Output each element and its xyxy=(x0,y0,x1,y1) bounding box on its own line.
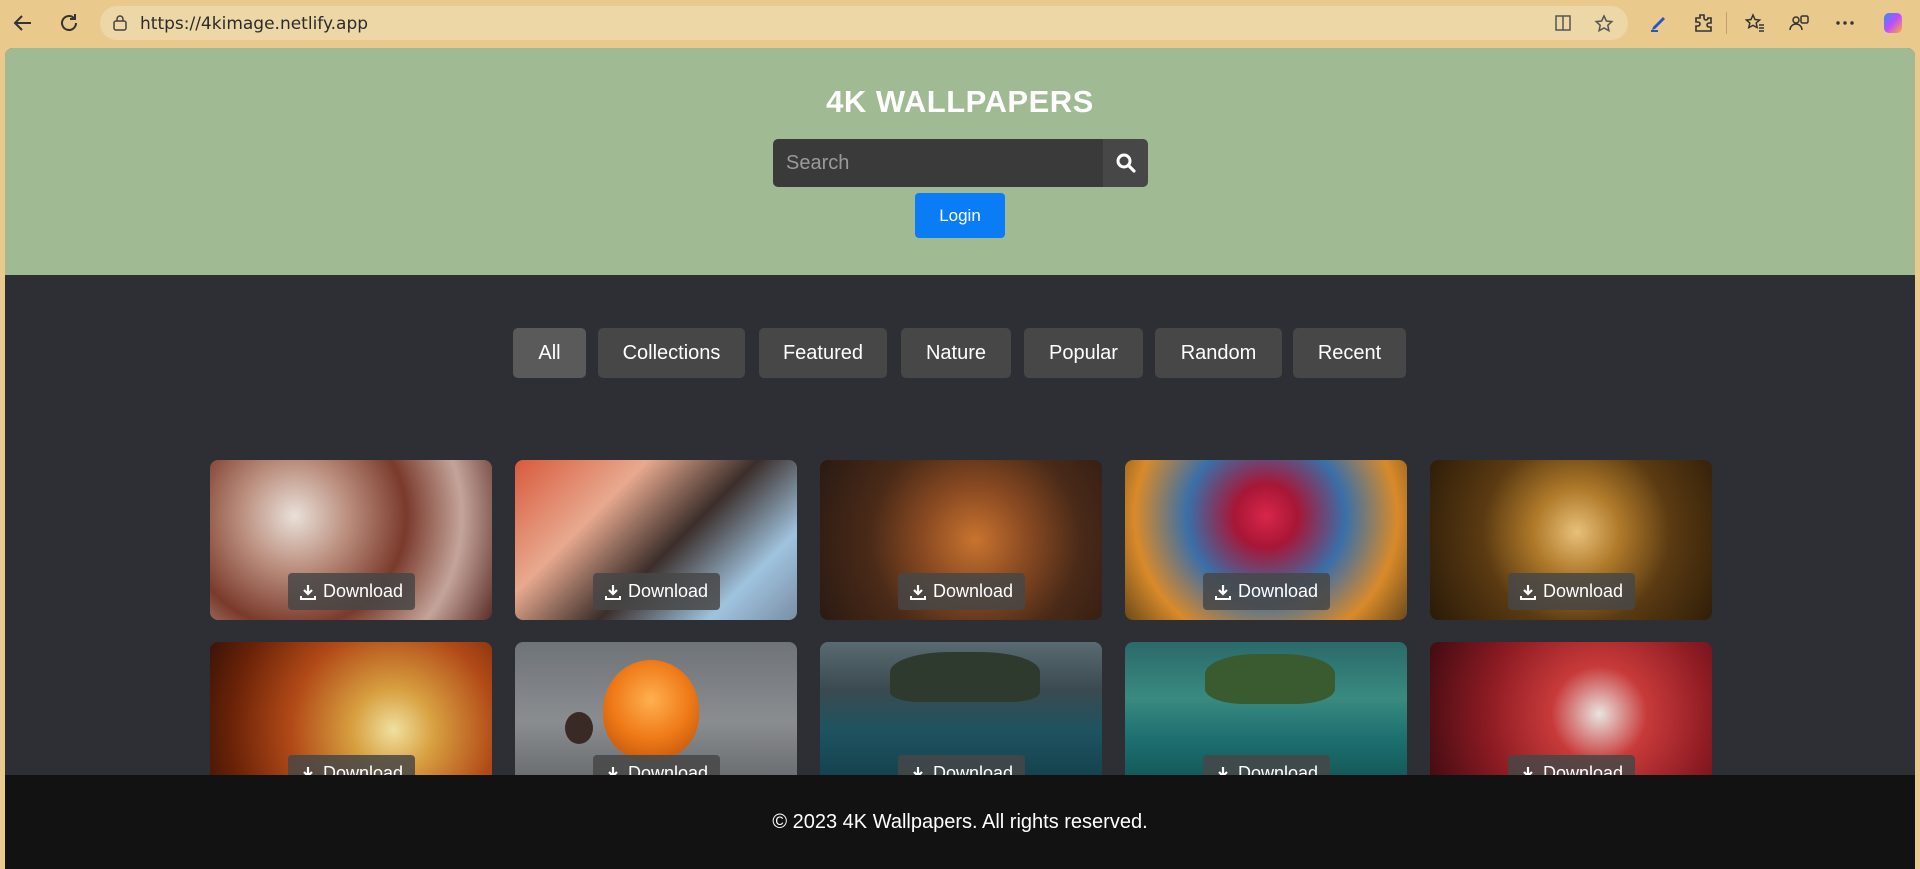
extensions-icon xyxy=(1695,14,1712,32)
toolbar-divider xyxy=(1726,12,1727,34)
category-tabs: All Collections Featured Nature Popular … xyxy=(5,328,1915,378)
download-button[interactable]: Download xyxy=(593,573,720,610)
download-icon xyxy=(604,584,621,600)
wallpaper-card-red-lotus[interactable]: Download xyxy=(1125,460,1407,620)
extensions-button[interactable] xyxy=(1688,8,1718,38)
tab-popular[interactable]: Popular xyxy=(1024,328,1143,378)
url-text: https://4kimage.netlify.app xyxy=(140,14,369,34)
download-label: Download xyxy=(322,581,404,601)
balloon-small-shape xyxy=(565,712,593,744)
profile-button[interactable] xyxy=(1784,8,1814,38)
more-icon xyxy=(1836,21,1854,25)
island-shape xyxy=(1205,654,1335,704)
wallpaper-card-durga-idol[interactable]: Download xyxy=(210,460,492,620)
site-title: 4K WALLPAPERS xyxy=(826,84,1094,119)
download-label: Download xyxy=(932,581,1014,601)
more-button[interactable] xyxy=(1830,8,1860,38)
address-bar[interactable]: https://4kimage.netlify.app xyxy=(100,6,1628,40)
download-icon xyxy=(299,584,316,600)
search-field[interactable] xyxy=(773,139,1103,187)
download-label: Download xyxy=(627,581,709,601)
wallpaper-card-squirrel[interactable]: Download xyxy=(820,460,1102,620)
pen-extension-button[interactable] xyxy=(1644,8,1674,38)
footer: © 2023 4K Wallpapers. All rights reserve… xyxy=(5,775,1915,869)
refresh-button[interactable] xyxy=(52,6,86,40)
tab-all[interactable]: All xyxy=(513,328,586,378)
copilot-icon xyxy=(1884,13,1902,33)
copilot-button[interactable] xyxy=(1878,8,1908,38)
download-button[interactable]: Download xyxy=(898,573,1025,610)
tab-featured[interactable]: Featured xyxy=(759,328,887,378)
favorites-icon xyxy=(1744,13,1764,32)
balloon-shape xyxy=(603,660,699,760)
webpage: 4K WALLPAPERS Login All Collections Feat… xyxy=(5,48,1915,869)
lock-icon xyxy=(113,15,127,31)
favorites-button[interactable] xyxy=(1740,8,1770,38)
back-icon xyxy=(13,15,31,31)
download-icon xyxy=(1519,584,1536,600)
favorite-star-icon[interactable] xyxy=(1594,14,1614,34)
download-icon xyxy=(1214,584,1231,600)
download-label: Download xyxy=(1542,581,1624,601)
download-button[interactable]: Download xyxy=(1203,573,1330,610)
header-section: 4K WALLPAPERS Login xyxy=(5,48,1915,275)
tab-nature[interactable]: Nature xyxy=(901,328,1011,378)
refresh-icon xyxy=(61,14,77,31)
gallery-section: All Collections Featured Nature Popular … xyxy=(5,275,1915,802)
search-input[interactable] xyxy=(773,139,1103,187)
island-shape xyxy=(890,652,1040,702)
split-screen-icon[interactable] xyxy=(1554,14,1572,32)
back-button[interactable] xyxy=(6,6,40,40)
download-button[interactable]: Download xyxy=(1508,573,1635,610)
tab-random[interactable]: Random xyxy=(1155,328,1282,378)
search-icon xyxy=(1116,153,1136,173)
tab-recent[interactable]: Recent xyxy=(1293,328,1406,378)
download-icon xyxy=(909,584,926,600)
login-button[interactable]: Login xyxy=(915,193,1005,238)
profile-icon xyxy=(1789,15,1809,31)
download-button[interactable]: Download xyxy=(288,573,415,610)
wallpaper-card-durga-pandal-selfie[interactable]: Download xyxy=(515,460,797,620)
browser-toolbar: https://4kimage.netlify.app xyxy=(0,0,1920,46)
tab-collections[interactable]: Collections xyxy=(598,328,745,378)
search-button[interactable] xyxy=(1103,139,1148,187)
pen-extension-icon xyxy=(1651,17,1665,32)
copyright-text: © 2023 4K Wallpapers. All rights reserve… xyxy=(772,811,1148,833)
download-label: Download xyxy=(1237,581,1319,601)
wallpaper-card-water-splash[interactable]: Download xyxy=(1430,460,1712,620)
